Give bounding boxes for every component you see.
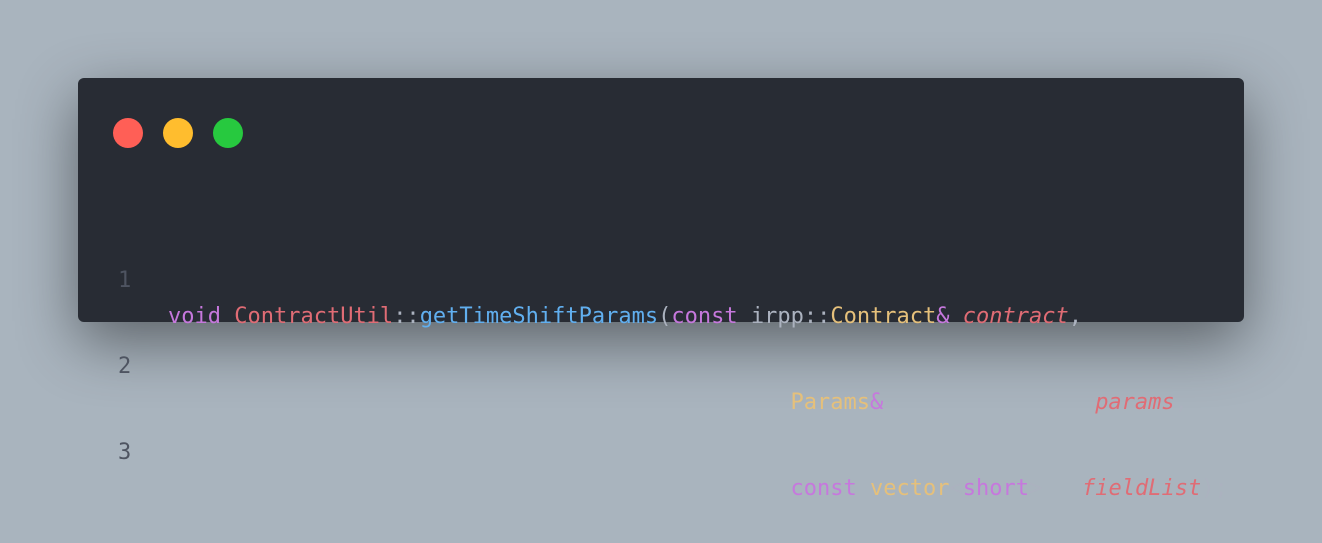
code-line: 3 const vector<short> fieldList); [78,399,1244,501]
line-number: 3 [118,440,132,465]
close-dot-icon[interactable] [113,118,143,148]
line-number: 2 [118,354,132,379]
code-token-keyword: short [962,476,1029,501]
code-token-keyword: const [790,476,857,501]
code-token-type: vector [870,476,950,501]
code-block: 1 void ContractUtil::getTimeShiftParams(… [78,177,1244,501]
code-token-param: fieldList [1081,476,1202,501]
code-line: 1 void ContractUtil::getTimeShiftParams(… [78,227,1244,329]
code-line: 2 Params& params, [78,313,1244,415]
code-line-content: const vector<short> fieldList); [168,471,1228,507]
code-token-punct: ); [1201,476,1228,501]
code-token-punct: < [949,476,963,501]
code-token-punct: > [1028,476,1043,501]
line-number: 1 [118,268,132,293]
maximize-dot-icon[interactable] [213,118,243,148]
code-window: 1 void ContractUtil::getTimeShiftParams(… [78,78,1244,501]
minimize-dot-icon[interactable] [163,118,193,148]
